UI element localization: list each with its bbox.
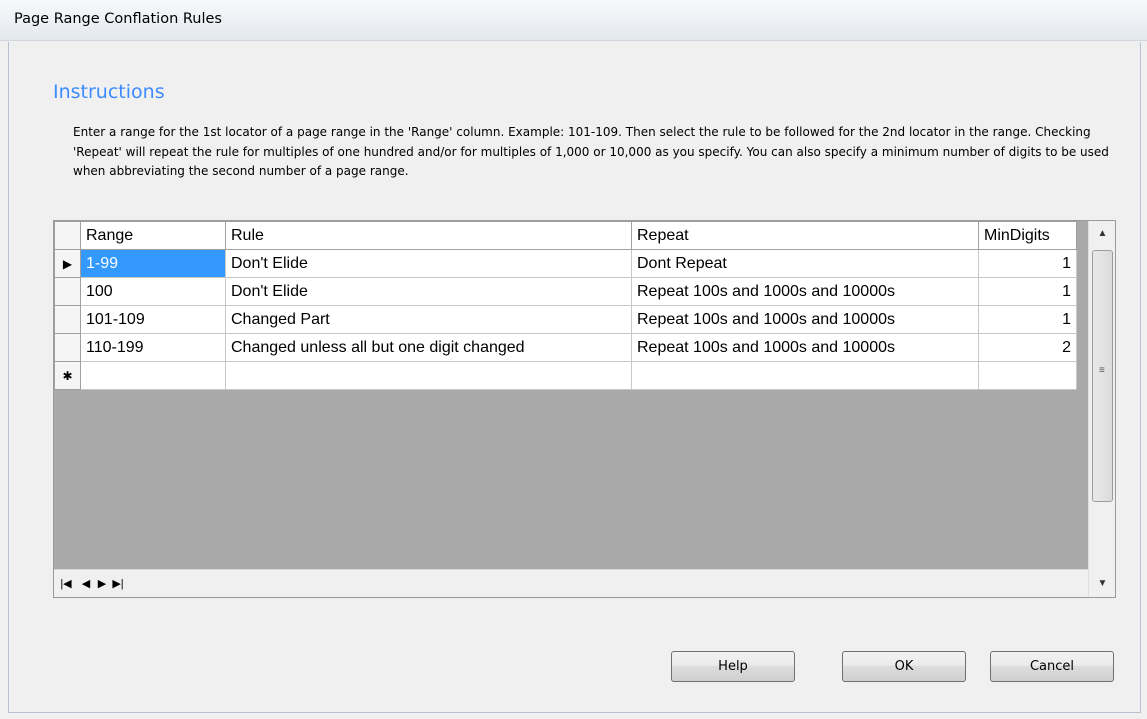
previous-record-icon[interactable]: ◀ [78,577,94,591]
range-cell[interactable]: 100 [80,277,226,306]
scroll-up-arrow-icon[interactable]: ▲ [1089,221,1115,247]
range-cell[interactable]: 110-199 [80,333,226,362]
last-record-icon[interactable]: ▶| [110,577,126,591]
dialog-window: Page Range Conflation Rules Instructions… [0,0,1147,719]
title-bar[interactable]: Page Range Conflation Rules [0,0,1147,41]
cancel-button[interactable]: Cancel [990,651,1114,682]
new-row[interactable]: ✱ [54,361,1077,390]
row-header-corner[interactable] [54,221,81,250]
min-digits-cell[interactable]: 1 [978,277,1077,306]
new-rule-cell[interactable] [225,361,632,390]
ok-button[interactable]: OK [842,651,966,682]
instructions-text: Enter a range for the 1st locator of a p… [73,125,1109,178]
column-header-rule[interactable]: Rule [225,221,632,250]
row-header[interactable] [54,333,81,362]
rules-grid[interactable]: Range Rule Repeat MinDigits ▶ 1-99 Don't… [53,220,1116,598]
repeat-cell[interactable]: Repeat 100s and 1000s and 10000s [631,277,979,306]
current-row-indicator-icon[interactable]: ▶ [54,249,81,278]
new-range-cell[interactable] [80,361,226,390]
range-cell[interactable]: 101-109 [80,305,226,334]
min-digits-cell[interactable]: 1 [978,249,1077,278]
repeat-cell[interactable]: Dont Repeat [631,249,979,278]
table-row[interactable]: ▶ 1-99 Don't Elide Dont Repeat 1 [54,249,1077,278]
vertical-scrollbar[interactable]: ▲ ≡ ▼ [1088,221,1115,597]
rule-cell[interactable]: Changed unless all but one digit changed [225,333,632,362]
new-row-asterisk-icon[interactable]: ✱ [54,361,81,390]
min-digits-cell[interactable]: 1 [978,305,1077,334]
column-header-repeat[interactable]: Repeat [631,221,979,250]
first-record-icon[interactable]: |◀ [58,577,74,591]
table-row[interactable]: 101-109 Changed Part Repeat 100s and 100… [54,305,1077,334]
table-row[interactable]: 100 Don't Elide Repeat 100s and 1000s an… [54,277,1077,306]
repeat-cell[interactable]: Repeat 100s and 1000s and 10000s [631,305,979,334]
range-cell[interactable]: 1-99 [80,249,226,278]
rule-cell[interactable]: Don't Elide [225,277,632,306]
help-button[interactable]: Help [671,651,795,682]
row-header[interactable] [54,305,81,334]
rule-cell[interactable]: Changed Part [225,305,632,334]
next-record-icon[interactable]: ▶ [94,577,110,591]
scroll-grip-icon: ≡ [1099,365,1105,376]
rule-cell[interactable]: Don't Elide [225,249,632,278]
header-row: Range Rule Repeat MinDigits [54,221,1077,250]
repeat-cell[interactable]: Repeat 100s and 1000s and 10000s [631,333,979,362]
column-header-min-digits[interactable]: MinDigits [978,221,1077,250]
instructions-heading: Instructions [53,81,165,103]
scroll-thumb[interactable]: ≡ [1092,250,1113,502]
row-header[interactable] [54,277,81,306]
window-title: Page Range Conflation Rules [14,11,222,27]
new-min-digits-cell[interactable] [978,361,1077,390]
min-digits-cell[interactable]: 2 [978,333,1077,362]
record-navigator: |◀ ◀ ▶ ▶| [54,569,1088,597]
column-header-range[interactable]: Range [80,221,226,250]
new-repeat-cell[interactable] [631,361,979,390]
table-row[interactable]: 110-199 Changed unless all but one digit… [54,333,1077,362]
rules-table: Range Rule Repeat MinDigits ▶ 1-99 Don't… [54,221,1077,390]
scroll-down-arrow-icon[interactable]: ▼ [1089,571,1115,597]
